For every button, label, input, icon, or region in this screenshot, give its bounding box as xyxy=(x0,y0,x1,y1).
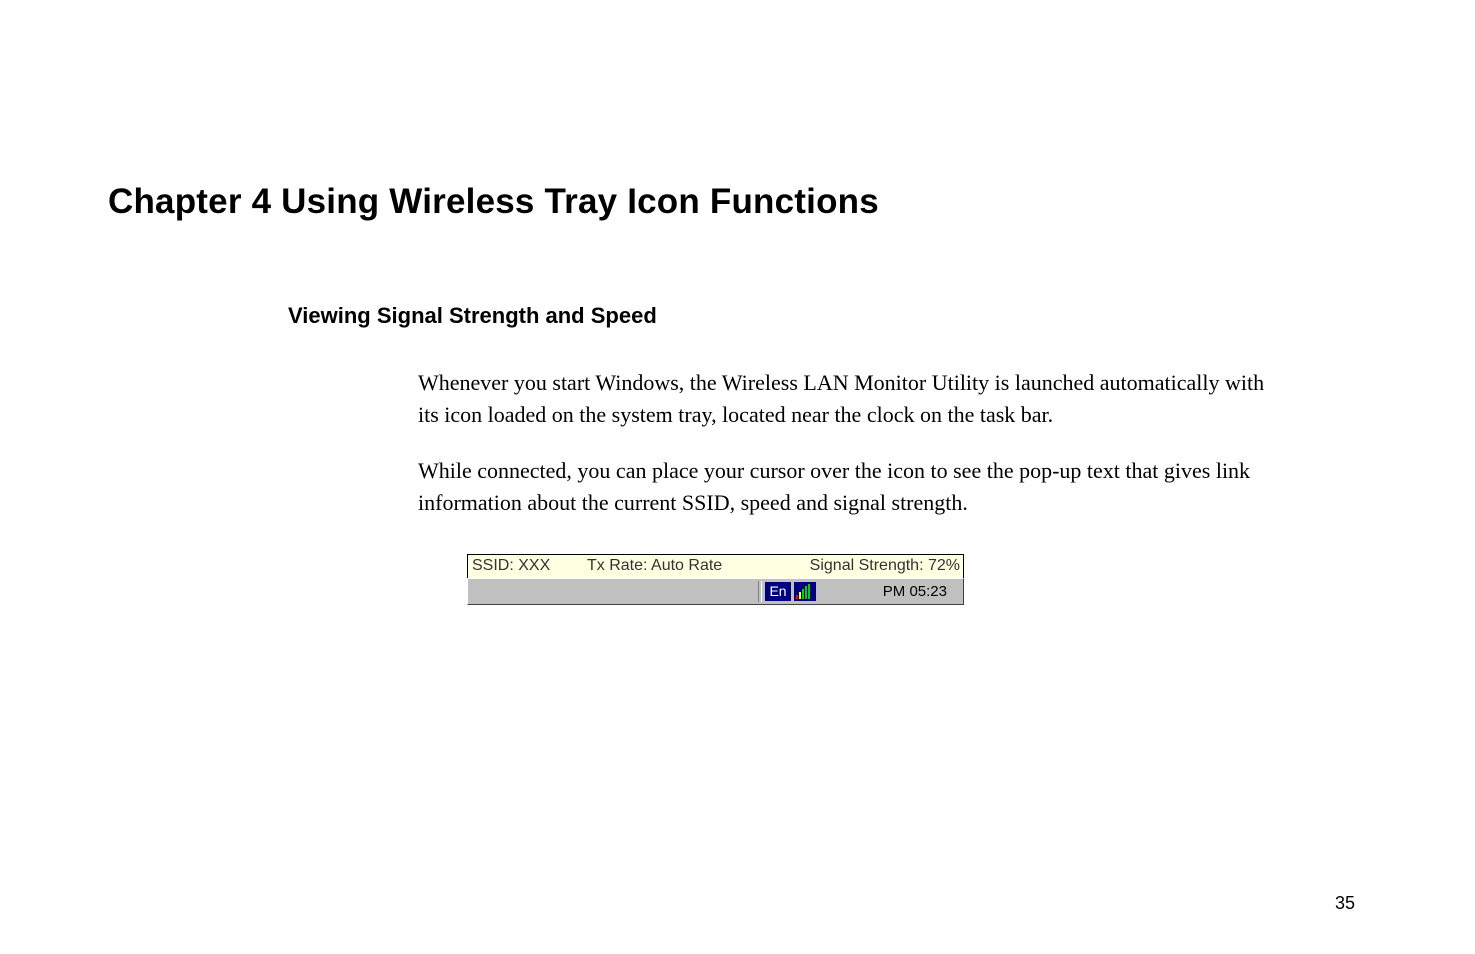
body-paragraph-2: While connected, you can place your curs… xyxy=(418,455,1318,519)
taskbar: En PM 05:23 xyxy=(467,578,964,605)
signal-bar-5 xyxy=(808,584,810,599)
tooltip-ssid: SSID: XXX xyxy=(472,557,550,575)
taskbar-divider xyxy=(758,581,762,602)
section-title-text: Viewing Signal Strength and Speed xyxy=(288,303,657,328)
section-title: Viewing Signal Strength and Speed xyxy=(288,303,657,329)
tooltip-tx-rate: Tx Rate: Auto Rate xyxy=(587,557,722,575)
signal-bar-3 xyxy=(802,589,804,599)
chapter-title-text: Chapter 4 Using Wireless Tray Icon Funct… xyxy=(108,182,879,221)
page-number: 35 xyxy=(1335,893,1355,914)
signal-bar-4 xyxy=(805,586,807,599)
chapter-title: Chapter 4 Using Wireless Tray Icon Funct… xyxy=(108,182,879,222)
system-tray-screenshot: SSID: XXX Tx Rate: Auto Rate Signal Stre… xyxy=(467,554,964,605)
wireless-tooltip: SSID: XXX Tx Rate: Auto Rate Signal Stre… xyxy=(467,554,964,578)
signal-bars-icon xyxy=(796,584,810,599)
body-paragraph-1: Whenever you start Windows, the Wireless… xyxy=(418,367,1278,431)
taskbar-clock: PM 05:23 xyxy=(883,583,947,600)
signal-bar-1 xyxy=(796,595,798,599)
tooltip-signal-strength: Signal Strength: 72% xyxy=(810,557,960,575)
signal-bar-2 xyxy=(799,592,801,599)
language-indicator[interactable]: En xyxy=(765,582,791,601)
wireless-signal-icon[interactable] xyxy=(794,582,816,601)
